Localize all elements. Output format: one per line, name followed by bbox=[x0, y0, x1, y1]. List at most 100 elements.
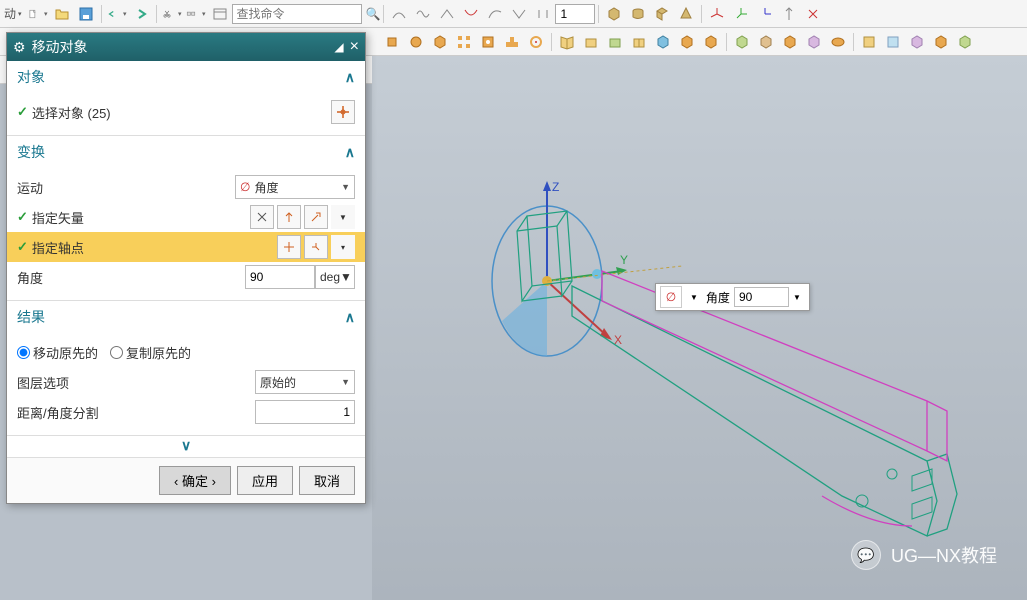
sheet-4-icon[interactable] bbox=[803, 31, 825, 53]
solid-4-icon[interactable] bbox=[675, 3, 697, 25]
dropdown-arrow-icon[interactable]: ▼ bbox=[789, 293, 805, 302]
motion-value: 角度 bbox=[254, 179, 341, 196]
menu-label[interactable]: 动 bbox=[4, 5, 22, 22]
dialog-title: 移动对象 bbox=[32, 37, 88, 57]
sweep-icon[interactable] bbox=[429, 31, 451, 53]
transform-section-header[interactable]: 变换 ∧ bbox=[7, 136, 365, 168]
check-icon: ✓ bbox=[17, 104, 28, 120]
face-5-icon[interactable] bbox=[954, 31, 976, 53]
pin-icon[interactable]: ◢ bbox=[334, 40, 343, 54]
angle-unit-select[interactable]: deg ▼ bbox=[315, 265, 355, 289]
window-button[interactable] bbox=[209, 3, 231, 25]
division-input[interactable] bbox=[255, 400, 355, 424]
select-target-button[interactable] bbox=[331, 100, 355, 124]
curve-3-icon[interactable] bbox=[436, 3, 458, 25]
pivot-csys-button[interactable] bbox=[304, 235, 328, 259]
check-icon: ✓ bbox=[17, 239, 28, 255]
dropdown-arrow-icon[interactable]: ▼ bbox=[686, 293, 702, 302]
cancel-button[interactable]: 取消 bbox=[299, 466, 355, 495]
face-3-icon[interactable] bbox=[906, 31, 928, 53]
csys-5-icon[interactable] bbox=[802, 3, 824, 25]
curve-1-icon[interactable] bbox=[388, 3, 410, 25]
csys-4-icon[interactable] bbox=[778, 3, 800, 25]
caret-down-icon: ∧ bbox=[181, 438, 191, 455]
copy-original-radio[interactable]: 复制原先的 bbox=[110, 343, 191, 362]
apply-button[interactable]: 应用 bbox=[237, 466, 293, 495]
cut-button[interactable] bbox=[161, 3, 183, 25]
angle-floating-widget[interactable]: ∅ ▼ 角度 ▼ bbox=[655, 283, 810, 311]
curve-4-icon[interactable] bbox=[460, 3, 482, 25]
box-3-icon[interactable] bbox=[628, 31, 650, 53]
face-1-icon[interactable] bbox=[858, 31, 880, 53]
pattern-icon[interactable] bbox=[453, 31, 475, 53]
angle-input[interactable] bbox=[245, 265, 315, 289]
sheet-2-icon[interactable] bbox=[755, 31, 777, 53]
close-icon[interactable]: × bbox=[350, 38, 359, 56]
revolve-icon[interactable] bbox=[405, 31, 427, 53]
curve-6-icon[interactable] bbox=[508, 3, 530, 25]
redo-button[interactable] bbox=[130, 3, 152, 25]
angle-mode-icon[interactable]: ∅ bbox=[660, 286, 682, 308]
wechat-icon: 💬 bbox=[851, 540, 881, 570]
separator bbox=[598, 5, 599, 23]
search-icon[interactable]: 🔍 bbox=[366, 7, 381, 21]
group-button[interactable] bbox=[185, 3, 207, 25]
layer-option-select[interactable]: 原始的 ▼ bbox=[255, 370, 355, 394]
csys-1-icon[interactable] bbox=[706, 3, 728, 25]
solid-2-icon[interactable] bbox=[627, 3, 649, 25]
vector-pick-button[interactable] bbox=[304, 205, 328, 229]
feat-1-icon[interactable] bbox=[525, 31, 547, 53]
curve-5-icon[interactable] bbox=[484, 3, 506, 25]
sheet-3-icon[interactable] bbox=[779, 31, 801, 53]
open-file-button[interactable] bbox=[51, 3, 73, 25]
section-title: 变换 bbox=[17, 142, 45, 162]
curve-7-icon[interactable] bbox=[532, 3, 554, 25]
3d-viewport[interactable]: Z Y X bbox=[372, 56, 1027, 600]
watermark-text: UG—NX教程 bbox=[891, 542, 997, 568]
face-4-icon[interactable] bbox=[930, 31, 952, 53]
object-section-header[interactable]: 对象 ∧ bbox=[7, 61, 365, 93]
dialog-title-bar[interactable]: ⚙ 移动对象 ◢ × bbox=[7, 33, 365, 61]
book-icon[interactable] bbox=[556, 31, 578, 53]
box-5-icon[interactable] bbox=[676, 31, 698, 53]
dropdown-arrow-icon: ▼ bbox=[341, 182, 350, 192]
vector-menu-button[interactable]: ▼ bbox=[331, 205, 355, 229]
vector-reverse-button[interactable] bbox=[277, 205, 301, 229]
collapsed-header[interactable]: ∧ bbox=[7, 436, 365, 457]
csys-3-icon[interactable] bbox=[754, 3, 776, 25]
box-2-icon[interactable] bbox=[604, 31, 626, 53]
curve-degree-select[interactable] bbox=[555, 4, 595, 24]
angle-widget-input[interactable] bbox=[734, 287, 789, 307]
result-section-header[interactable]: 结果 ∧ bbox=[7, 301, 365, 333]
ok-button[interactable]: 确定 bbox=[159, 466, 231, 495]
solid-1-icon[interactable] bbox=[603, 3, 625, 25]
check-icon: ✓ bbox=[17, 209, 28, 225]
gear-icon[interactable]: ⚙ bbox=[13, 39, 26, 56]
solid-3-icon[interactable] bbox=[651, 3, 673, 25]
box-1-icon[interactable] bbox=[580, 31, 602, 53]
extrude-icon[interactable] bbox=[381, 31, 403, 53]
move-object-dialog: ⚙ 移动对象 ◢ × 对象 ∧ ✓ 选择对象 (25) 变换 ∧ 运动 bbox=[6, 32, 366, 504]
move-original-radio[interactable]: 移动原先的 bbox=[17, 343, 98, 362]
pivot-point-button[interactable] bbox=[277, 235, 301, 259]
division-label: 距离/角度分割 bbox=[17, 403, 99, 422]
boss-icon[interactable] bbox=[501, 31, 523, 53]
motion-select[interactable]: ∅ 角度 ▼ bbox=[235, 175, 355, 199]
csys-2-icon[interactable] bbox=[730, 3, 752, 25]
pivot-menu-button[interactable]: ▾ bbox=[331, 235, 355, 259]
undo-button[interactable] bbox=[106, 3, 128, 25]
curve-2-icon[interactable] bbox=[412, 3, 434, 25]
caret-up-icon: ∧ bbox=[345, 144, 355, 161]
hole-icon[interactable] bbox=[477, 31, 499, 53]
save-button[interactable] bbox=[75, 3, 97, 25]
face-2-icon[interactable] bbox=[882, 31, 904, 53]
new-file-button[interactable] bbox=[27, 3, 49, 25]
vector-mode-button[interactable] bbox=[250, 205, 274, 229]
search-input[interactable] bbox=[232, 4, 362, 24]
angle-widget-label: 角度 bbox=[702, 289, 734, 306]
sheet-1-icon[interactable] bbox=[731, 31, 753, 53]
box-6-icon[interactable] bbox=[700, 31, 722, 53]
box-4-icon[interactable] bbox=[652, 31, 674, 53]
sheet-5-icon[interactable] bbox=[827, 31, 849, 53]
separator bbox=[383, 5, 384, 23]
